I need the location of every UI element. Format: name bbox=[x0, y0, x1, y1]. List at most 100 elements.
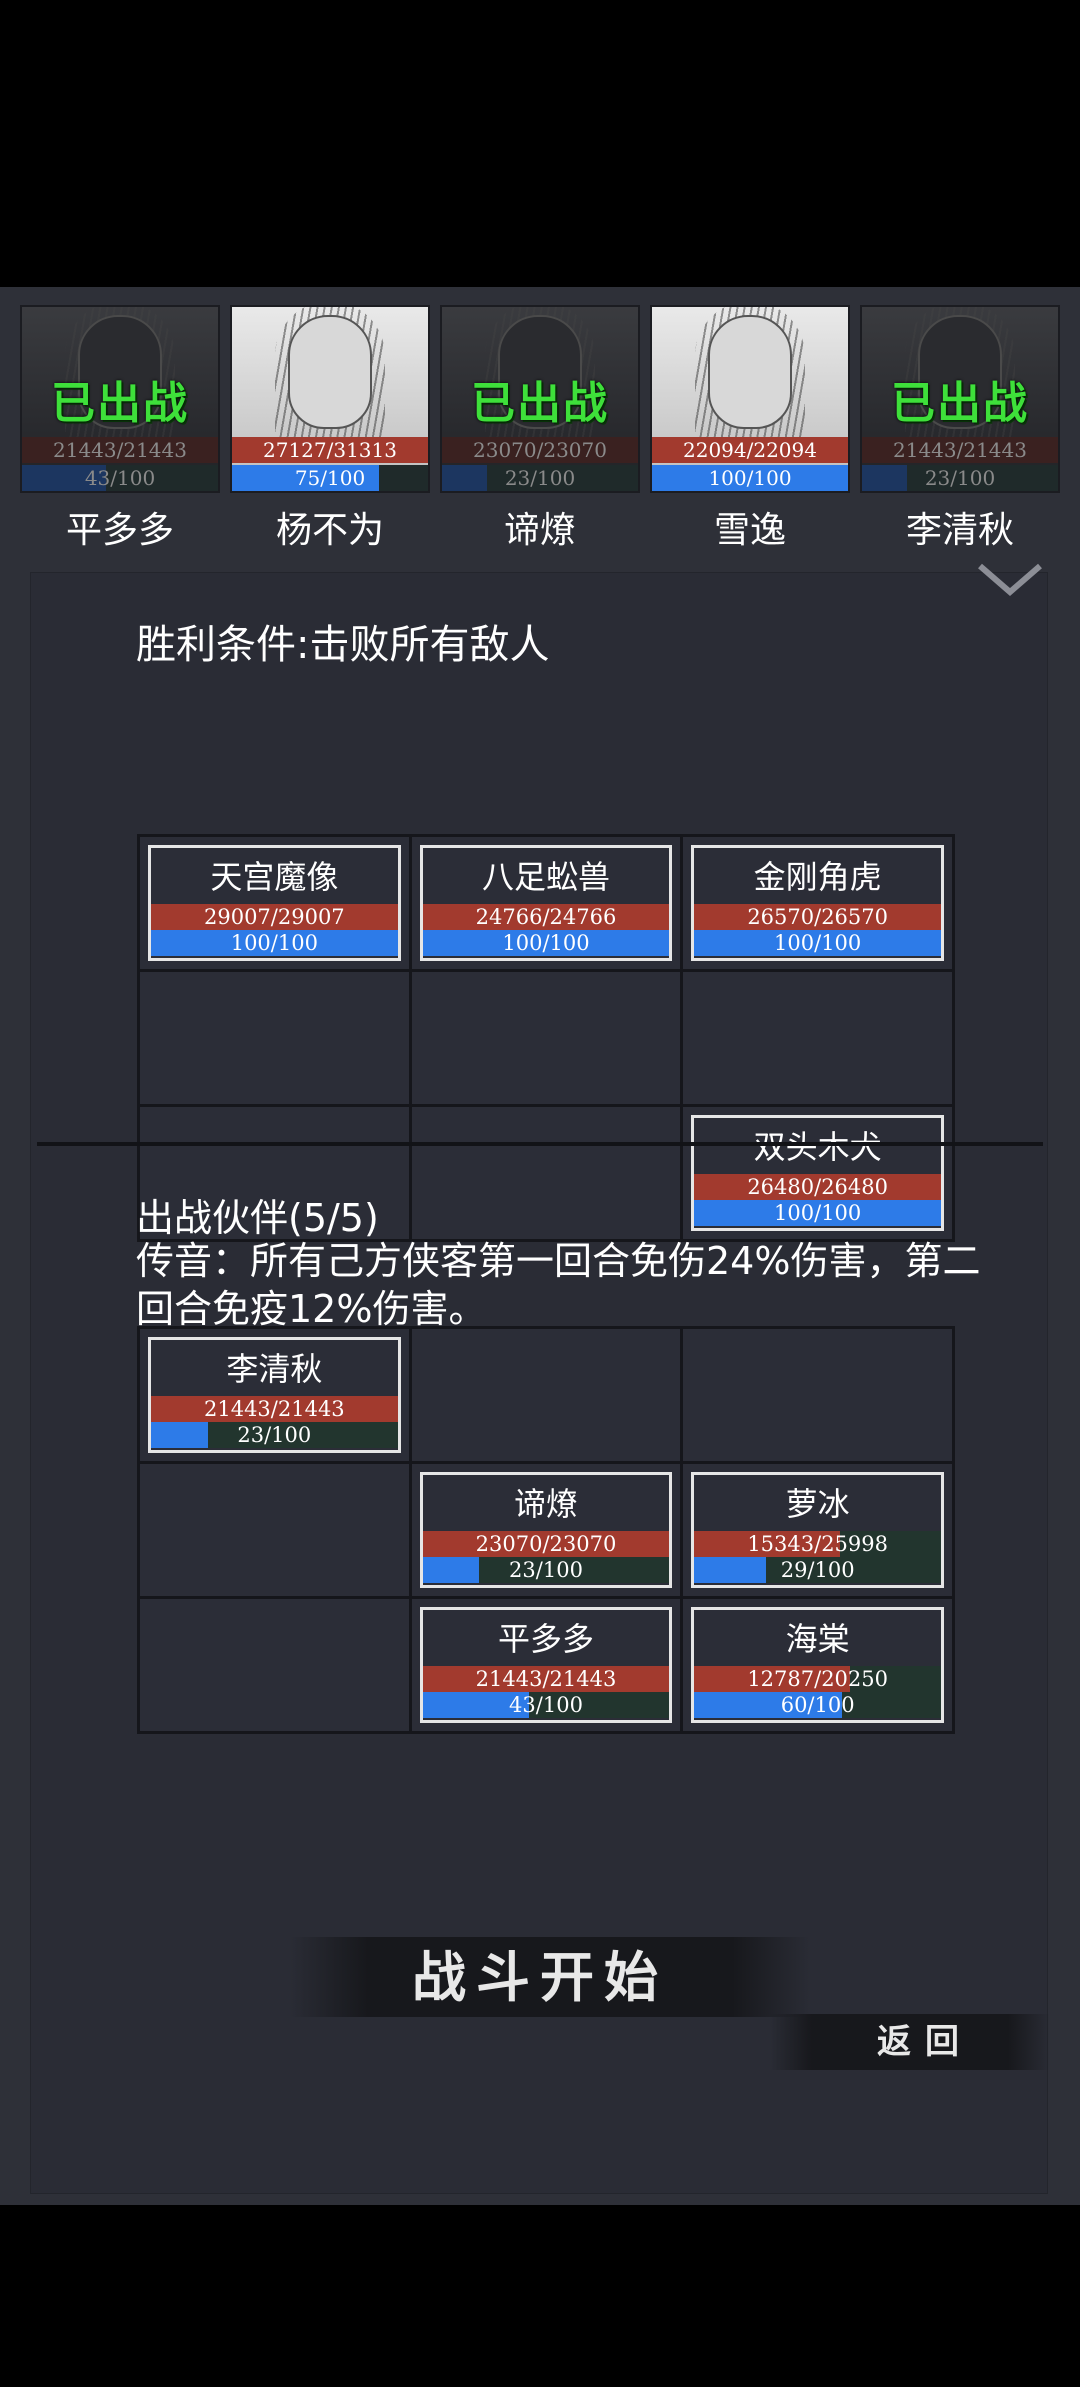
hero-name: 平多多 bbox=[65, 510, 174, 551]
hero-portrait[interactable]: 已出战 21443/21443 23/100 bbox=[860, 305, 1060, 493]
ally-formation-grid[interactable]: 李清秋 21443/21443 23/100 谛燎 23070/23070 23/100 萝… bbox=[137, 1326, 955, 1734]
grid-cell[interactable]: 八足蚣兽 24766/24766 100/100 bbox=[411, 837, 681, 969]
hero-name: 杨不为 bbox=[275, 510, 384, 551]
hero-name: 谛燎 bbox=[503, 510, 576, 551]
grid-cell[interactable]: 萝冰 15343/25998 29/100 bbox=[683, 1464, 952, 1596]
mp-value: 75/100 bbox=[294, 466, 366, 490]
roster-strip[interactable]: 已出战 21443/21443 43/100 平多多 27127/31313 75/100… bbox=[0, 287, 1080, 562]
mp-bar: 100/100 bbox=[422, 930, 670, 956]
mp-value: 43/100 bbox=[84, 466, 156, 490]
roster-card[interactable]: 22094/22094 100/100 雪逸 bbox=[650, 305, 850, 553]
hp-value: 23070/23070 bbox=[475, 1532, 617, 1556]
portrait-face bbox=[288, 315, 372, 429]
mp-fill bbox=[151, 1422, 208, 1448]
unit-card[interactable]: 海棠 12787/20250 60/100 bbox=[691, 1607, 944, 1723]
hero-name: 雪逸 bbox=[713, 510, 786, 551]
mp-bar: 100/100 bbox=[694, 1200, 941, 1226]
back-button[interactable]: 返回 bbox=[805, 2007, 1045, 2077]
hp-bar: 21443/21443 bbox=[22, 437, 218, 463]
grid-cell[interactable] bbox=[683, 1329, 952, 1461]
roster-card[interactable]: 27127/31313 75/100 杨不为 bbox=[230, 305, 430, 553]
grid-cell[interactable] bbox=[411, 972, 681, 1104]
grid-cell[interactable] bbox=[140, 972, 409, 1104]
grid-cell[interactable]: 金刚角虎 26570/26570 100/100 bbox=[683, 837, 952, 969]
grid-cell[interactable]: 平多多 21443/21443 43/100 bbox=[411, 1599, 681, 1731]
mp-value: 60/100 bbox=[780, 1693, 855, 1717]
mp-value: 100/100 bbox=[502, 931, 590, 955]
hero-portrait[interactable]: 22094/22094 100/100 bbox=[650, 305, 850, 493]
roster-card[interactable]: 已出战 21443/21443 43/100 平多多 bbox=[20, 305, 220, 553]
roster-card[interactable]: 已出战 23070/23070 23/100 谛燎 bbox=[440, 305, 640, 553]
navigation-bar-area bbox=[0, 2205, 1080, 2387]
mp-fill bbox=[422, 1557, 480, 1583]
section-divider bbox=[37, 1142, 1043, 1146]
hp-bar: 21443/21443 bbox=[862, 437, 1058, 463]
unit-card[interactable]: 平多多 21443/21443 43/100 bbox=[419, 1607, 673, 1723]
roster-card[interactable]: 已出战 21443/21443 23/100 李清秋 bbox=[860, 305, 1060, 553]
hp-bar: 15343/25998 bbox=[694, 1531, 941, 1557]
grid-cell[interactable] bbox=[411, 1107, 681, 1239]
grid-cell[interactable]: 海棠 12787/20250 60/100 bbox=[683, 1599, 952, 1731]
start-battle-button[interactable]: 战斗开始 bbox=[350, 1932, 730, 2022]
hp-value: 23070/23070 bbox=[473, 438, 607, 462]
unit-card[interactable]: 金刚角虎 26570/26570 100/100 bbox=[691, 845, 944, 961]
unit-card[interactable]: 八足蚣兽 24766/24766 100/100 bbox=[419, 845, 673, 961]
unit-name: 天宫魔像 bbox=[210, 858, 339, 896]
hp-value: 29007/29007 bbox=[203, 905, 345, 929]
hp-value: 24766/24766 bbox=[475, 905, 617, 929]
passive-effect-text: 传音：所有己方侠客第一回合免伤24%伤害，第二回合免疫12%伤害。 bbox=[136, 1239, 981, 1331]
unit-name: 八足蚣兽 bbox=[481, 858, 610, 896]
mp-bar: 43/100 bbox=[422, 1692, 670, 1718]
unit-name: 萝冰 bbox=[785, 1485, 850, 1523]
mp-bar: 60/100 bbox=[694, 1692, 941, 1718]
unit-name: 谛燎 bbox=[513, 1485, 578, 1523]
enemy-formation-grid: 天宫魔像 29007/29007 100/100 八足蚣兽 24766/24766 100… bbox=[137, 834, 955, 1242]
mp-bar: 29/100 bbox=[694, 1557, 941, 1583]
collapse-chevron-icon[interactable] bbox=[975, 560, 1045, 600]
grid-cell[interactable]: 天宫魔像 29007/29007 100/100 bbox=[140, 837, 409, 969]
hp-value: 21443/21443 bbox=[893, 438, 1027, 462]
mp-value: 23/100 bbox=[509, 1558, 583, 1582]
grid-cell[interactable] bbox=[683, 972, 952, 1104]
portrait-face bbox=[708, 315, 792, 429]
unit-name: 双头木犬 bbox=[753, 1128, 882, 1166]
hero-portrait[interactable]: 已出战 23070/23070 23/100 bbox=[440, 305, 640, 493]
mp-bar: 100/100 bbox=[151, 930, 398, 956]
grid-cell[interactable]: 双头木犬 26480/26480 100/100 bbox=[683, 1107, 952, 1239]
hp-value: 21443/21443 bbox=[53, 438, 187, 462]
unit-card[interactable]: 李清秋 21443/21443 23/100 bbox=[148, 1337, 401, 1453]
mp-bar: 43/100 bbox=[22, 465, 218, 491]
mp-value: 100/100 bbox=[708, 466, 792, 490]
mp-value: 29/100 bbox=[780, 1558, 855, 1582]
mp-bar: 75/100 bbox=[232, 465, 428, 491]
hp-bar: 26480/26480 bbox=[694, 1174, 941, 1200]
unit-name: 金刚角虎 bbox=[753, 858, 882, 896]
mp-fill bbox=[442, 465, 488, 491]
hp-value: 12787/20250 bbox=[747, 1667, 888, 1691]
mp-bar: 23/100 bbox=[151, 1422, 398, 1448]
mp-value: 43/100 bbox=[509, 1693, 583, 1717]
mp-value: 100/100 bbox=[774, 1201, 862, 1225]
mp-value: 23/100 bbox=[924, 466, 996, 490]
mp-bar: 23/100 bbox=[862, 465, 1058, 491]
grid-cell[interactable] bbox=[411, 1329, 681, 1461]
hero-portrait[interactable]: 已出战 21443/21443 43/100 bbox=[20, 305, 220, 493]
deployed-badge: 已出战 bbox=[51, 378, 189, 429]
grid-cell[interactable]: 谛燎 23070/23070 23/100 bbox=[411, 1464, 681, 1596]
unit-card[interactable]: 萝冰 15343/25998 29/100 bbox=[691, 1472, 944, 1588]
grid-cell[interactable]: 李清秋 21443/21443 23/100 bbox=[140, 1329, 409, 1461]
hp-bar: 29007/29007 bbox=[151, 904, 398, 930]
grid-cell[interactable] bbox=[140, 1464, 409, 1596]
deployed-badge: 已出战 bbox=[891, 378, 1029, 429]
hp-bar: 21443/21443 bbox=[151, 1396, 398, 1422]
unit-card[interactable]: 谛燎 23070/23070 23/100 bbox=[419, 1472, 673, 1588]
unit-card[interactable]: 天宫魔像 29007/29007 100/100 bbox=[148, 845, 401, 961]
unit-name: 李清秋 bbox=[226, 1350, 323, 1388]
grid-cell[interactable] bbox=[140, 1599, 409, 1731]
partners-title: 出战伙伴(5/5) bbox=[136, 1196, 379, 1240]
hero-portrait[interactable]: 27127/31313 75/100 bbox=[230, 305, 430, 493]
hp-bar: 26570/26570 bbox=[694, 904, 941, 930]
victory-condition: 胜利条件:击败所有敌人 bbox=[136, 622, 550, 668]
mp-bar: 23/100 bbox=[442, 465, 638, 491]
unit-card[interactable]: 双头木犬 26480/26480 100/100 bbox=[691, 1115, 944, 1231]
